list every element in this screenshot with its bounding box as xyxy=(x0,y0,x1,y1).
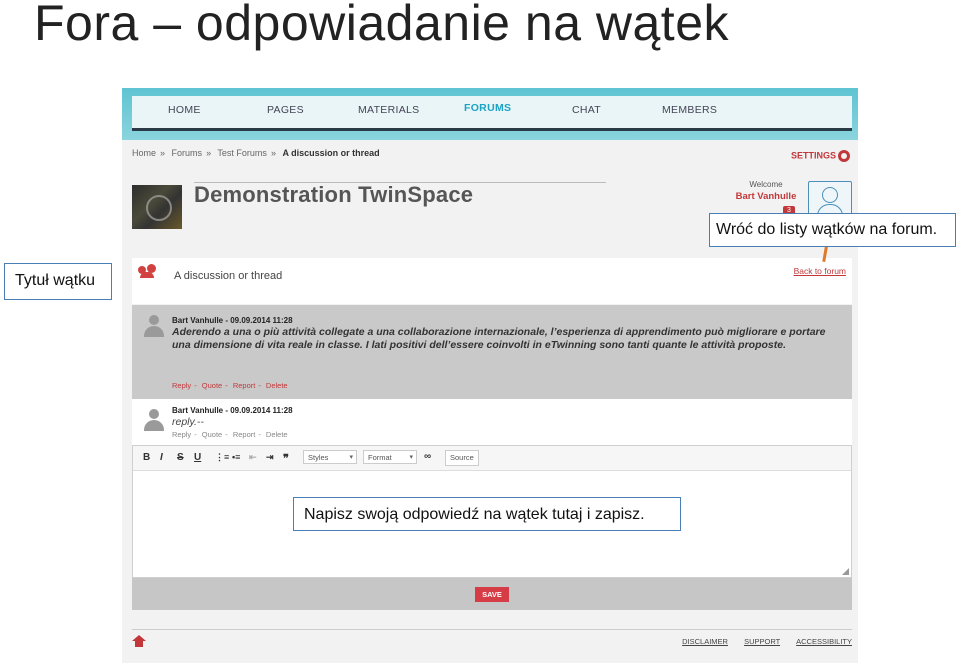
post-author: Bart Vanhulle - 09.09.2014 11:28 xyxy=(172,406,293,415)
styles-dropdown[interactable]: Styles xyxy=(303,450,357,465)
breadcrumb-home[interactable]: Home xyxy=(132,148,156,158)
outdent-icon[interactable]: ⇤ xyxy=(249,452,257,463)
bullet-list-icon[interactable]: •≡ xyxy=(232,452,240,462)
settings-label: SETTINGS xyxy=(790,150,836,161)
delete-link[interactable]: Delete xyxy=(266,381,288,390)
support-link[interactable]: SUPPORT xyxy=(744,637,780,646)
editor-toolbar: B I S U ⋮≡ •≡ ⇤ ⇥ ❞ Styles Format ∞ Sour… xyxy=(133,446,851,471)
italic-button[interactable]: I xyxy=(160,452,163,463)
reply-link[interactable]: Reply xyxy=(172,381,191,390)
space-title: Demonstration TwinSpace xyxy=(194,182,474,207)
breadcrumb-separator: » xyxy=(270,148,276,158)
user-icon xyxy=(144,409,164,431)
breadcrumb: Home» Forums» Test Forums» A discussion … xyxy=(132,148,380,158)
forum-post: Bart Vanhulle - 09.09.2014 11:28 reply.-… xyxy=(132,399,852,446)
disclaimer-link[interactable]: DISCLAIMER xyxy=(682,637,728,646)
callout-write-reply: Napisz swoją odpowiedź na wątek tutaj i … xyxy=(293,497,681,531)
breadcrumb-separator: » xyxy=(206,148,212,158)
home-icon[interactable] xyxy=(132,635,146,647)
quote-link[interactable]: Quote xyxy=(202,381,222,390)
resize-handle[interactable] xyxy=(842,568,849,575)
group-icon xyxy=(138,264,156,278)
back-to-forum-link[interactable]: Back to forum xyxy=(794,266,846,276)
reply-link[interactable]: Reply xyxy=(172,430,191,439)
breadcrumb-current: A discussion or thread xyxy=(282,148,380,158)
nav-members[interactable]: MEMBERS xyxy=(662,104,717,116)
report-link[interactable]: Report xyxy=(233,381,256,390)
nav-materials[interactable]: MATERIALS xyxy=(358,104,419,116)
forum-post: Bart Vanhulle - 09.09.2014 11:28 Aderend… xyxy=(132,305,852,399)
save-button[interactable]: SAVE xyxy=(475,587,509,602)
numbered-list-icon[interactable]: ⋮≡ xyxy=(215,452,229,463)
bold-button[interactable]: B xyxy=(143,452,150,463)
save-bar: SAVE xyxy=(132,578,852,610)
post-text: Aderendo a una o più attività collegate … xyxy=(172,326,826,351)
breadcrumb-separator: » xyxy=(160,148,166,158)
thread-header: A discussion or thread Back to forum xyxy=(132,258,852,304)
slide-title: Fora – odpowiadanie na wątek xyxy=(34,0,730,51)
nav-pages[interactable]: PAGES xyxy=(267,104,304,116)
post-actions: Reply - Quote - Report - Delete xyxy=(172,381,288,390)
nav-home[interactable]: HOME xyxy=(168,104,201,116)
quote-link[interactable]: Quote xyxy=(202,430,222,439)
callout-thread-title: Tytuł wątku xyxy=(4,263,112,300)
accessibility-link[interactable]: ACCESSIBILITY xyxy=(796,637,852,646)
post-actions: Reply - Quote - Report - Delete xyxy=(172,430,288,439)
blockquote-icon[interactable]: ❞ xyxy=(283,452,289,465)
format-dropdown[interactable]: Format xyxy=(363,450,417,465)
main-nav: HOME PAGES MATERIALS FORUMS CHAT MEMBERS xyxy=(132,96,852,131)
post-author: Bart Vanhulle - 09.09.2014 11:28 xyxy=(172,316,293,325)
strike-button[interactable]: S xyxy=(177,452,184,463)
underline-button[interactable]: U xyxy=(194,452,201,463)
report-link[interactable]: Report xyxy=(233,430,256,439)
footer-links: DISCLAIMER SUPPORT ACCESSIBILITY xyxy=(668,637,852,646)
indent-icon[interactable]: ⇥ xyxy=(266,452,274,463)
nav-forums[interactable]: FORUMS xyxy=(464,102,511,114)
user-name[interactable]: Bart Vanhulle xyxy=(726,191,806,202)
top-banner: HOME PAGES MATERIALS FORUMS CHAT MEMBERS xyxy=(122,88,858,140)
breadcrumb-test-forums[interactable]: Test Forums xyxy=(217,148,267,158)
settings-button[interactable]: SETTINGS xyxy=(791,150,850,162)
gear-icon xyxy=(838,150,850,162)
source-label: Source xyxy=(450,453,474,462)
user-icon xyxy=(144,315,164,337)
welcome-block: Welcome Bart Vanhulle xyxy=(726,180,806,202)
source-button[interactable]: Source xyxy=(445,450,479,466)
nav-chat[interactable]: CHAT xyxy=(572,104,601,116)
breadcrumb-forums[interactable]: Forums xyxy=(172,148,203,158)
callout-back-to-forum: Wróć do listy wątków na forum. xyxy=(709,213,956,247)
delete-link[interactable]: Delete xyxy=(266,430,288,439)
twinspace-screenshot: HOME PAGES MATERIALS FORUMS CHAT MEMBERS… xyxy=(122,88,858,663)
thread-title: A discussion or thread xyxy=(174,270,283,282)
post-text: reply.-- xyxy=(172,416,204,428)
footer-divider xyxy=(132,629,852,630)
twinspace-logo-image xyxy=(132,185,182,229)
welcome-label: Welcome xyxy=(749,180,783,189)
link-icon[interactable]: ∞ xyxy=(424,451,431,462)
